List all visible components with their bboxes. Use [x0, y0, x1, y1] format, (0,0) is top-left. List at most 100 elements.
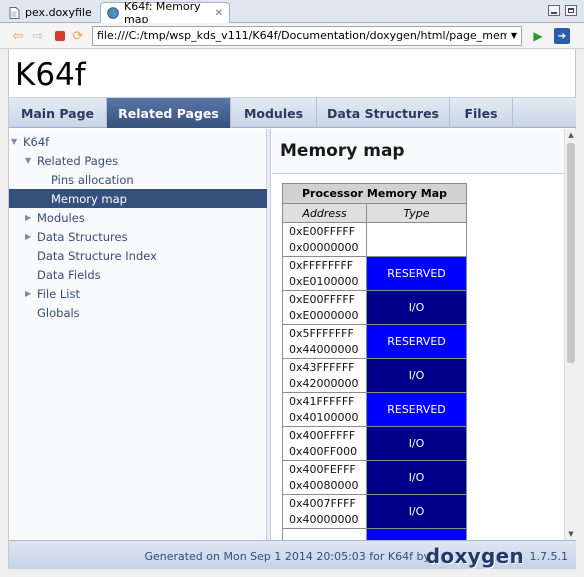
page-title: Memory map — [280, 141, 405, 161]
globe-icon — [107, 7, 119, 19]
tree-label: Memory map — [51, 191, 127, 206]
memory-type-cell: I/O — [366, 460, 467, 495]
tree-label: Pins allocation — [51, 172, 134, 187]
tree-item-modules[interactable]: ▶ Modules — [9, 208, 267, 227]
address-start: 0xE0000000 — [289, 308, 359, 322]
footer-generated-text: Generated on Mon Sep 1 2014 20:05:03 for… — [144, 550, 430, 563]
tab-modules[interactable]: Modules — [231, 98, 317, 128]
address-start: 0x400FF000 — [289, 444, 358, 458]
memory-type-cell — [366, 528, 467, 540]
memory-type-cell — [366, 222, 467, 257]
file-icon — [8, 6, 20, 19]
tree-item-related-pages[interactable]: ▼ Related Pages — [9, 151, 267, 170]
tree-item-k64f[interactable]: ▼ K64f — [9, 132, 267, 151]
memory-type-cell: I/O — [366, 426, 467, 461]
address-end: 0xFFFFFFFF — [289, 258, 354, 272]
tree-label: Data Fields — [37, 267, 101, 282]
expand-arrow-icon[interactable]: ▶ — [25, 232, 37, 241]
column-header-type: Type — [366, 203, 467, 223]
tree-label: Related Pages — [37, 153, 119, 168]
address-range-cell: 0x5FFFFFFF 0x44000000 — [282, 324, 367, 359]
tree-item-data-structure-index[interactable]: Data Structure Index — [9, 246, 267, 265]
table-row: 0x41FFFFFF 0x40100000 RESERVED — [282, 392, 467, 427]
tree-label: Data Structure Index — [37, 248, 157, 263]
pane-splitter[interactable] — [267, 129, 271, 540]
address-start: 0x42000000 — [289, 376, 359, 390]
tree-item-pins-allocation[interactable]: Pins allocation — [9, 170, 267, 189]
nav-tree: ▼ K64f ▼ Related Pages Pins allocation M… — [9, 129, 267, 540]
address-range-cell: 0x400FFFFF 0x400FF000 — [282, 426, 367, 461]
expand-arrow-icon[interactable]: ▼ — [25, 156, 37, 165]
tree-label: Modules — [37, 210, 85, 225]
tab-memory-map[interactable]: K64f: Memory map ✕ — [100, 0, 230, 26]
doxygen-page: K64f Main Page Related Pages Modules Dat… — [8, 49, 576, 569]
url-field[interactable]: file:///C:/tmp/wsp_kds_v111/K64f/Documen… — [92, 26, 522, 46]
address-range-cell: 0xE00FFFFF 0x00000000 — [282, 222, 367, 257]
address-start: 0x00000000 — [289, 240, 359, 254]
expand-arrow-icon[interactable]: ▼ — [11, 137, 23, 146]
tree-label: Globals — [37, 305, 80, 320]
memory-type-cell: RESERVED — [366, 324, 467, 359]
tree-item-data-fields[interactable]: Data Fields — [9, 265, 267, 284]
table-row: 0xFFFFFFFF 0xE0100000 RESERVED — [282, 256, 467, 291]
tab-files[interactable]: Files — [450, 98, 513, 128]
address-start: 0x44000000 — [289, 342, 359, 356]
tab-pex-doxyfile[interactable]: pex.doxyfile — [2, 2, 98, 23]
footer-version: 1.7.5.1 — [529, 550, 568, 563]
content-pane: Memory map Processor Memory Map Address … — [272, 129, 564, 540]
memory-type-cell: I/O — [366, 494, 467, 529]
address-end: 0x400FEFFF — [289, 462, 356, 476]
address-range-cell: 0x400FEFFF 0x40080000 — [282, 460, 367, 495]
tree-item-file-list[interactable]: ▶ File List — [9, 284, 267, 303]
address-range-cell: 0xE00FFFFF 0xE0000000 — [282, 290, 367, 325]
stop-icon[interactable] — [52, 28, 68, 44]
url-text: file:///C:/tmp/wsp_kds_v111/K64f/Documen… — [97, 29, 521, 42]
address-start: 0xE0100000 — [289, 274, 359, 288]
close-icon[interactable]: ✕ — [215, 8, 223, 19]
address-range-cell: 0x41FFFFFF 0x40100000 — [282, 392, 367, 427]
tree-item-data-structures[interactable]: ▶ Data Structures — [9, 227, 267, 246]
expand-arrow-icon[interactable]: ▶ — [25, 213, 37, 222]
table-row: 0xE00FFFFF 0xE0000000 I/O — [282, 290, 467, 325]
tab-related-pages[interactable]: Related Pages — [107, 98, 231, 128]
table-row: 0xE00FFFFF 0x00000000 — [282, 222, 467, 257]
table-row: 0x3FFFFFFF — [282, 528, 467, 540]
back-arrow-icon[interactable]: ⇦ — [10, 28, 26, 44]
scroll-down-icon[interactable]: ▼ — [565, 528, 577, 540]
memory-type-cell: I/O — [366, 290, 467, 325]
tree-item-memory-map[interactable]: Memory map — [9, 189, 267, 208]
memory-type-cell: RESERVED — [366, 392, 467, 427]
tab-data-structures[interactable]: Data Structures — [317, 98, 450, 128]
tree-label: File List — [37, 286, 81, 301]
address-range-cell: 0x3FFFFFFF — [282, 528, 367, 540]
chevron-down-icon[interactable]: ▼ — [507, 27, 521, 45]
tree-label: K64f — [23, 134, 50, 149]
address-end: 0xE00FFFFF — [289, 224, 356, 238]
browser-toolbar: ⇦ ⇨ ⟳ file:///C:/tmp/wsp_kds_v111/K64f/D… — [0, 23, 584, 49]
minimize-icon[interactable] — [548, 5, 560, 16]
address-end: 0x41FFFFFF — [289, 394, 355, 408]
tab-main-page[interactable]: Main Page — [9, 98, 107, 128]
doxygen-logo[interactable]: doxygen — [426, 544, 524, 568]
address-range-cell: 0xFFFFFFFF 0xE0100000 — [282, 256, 367, 291]
maximize-icon[interactable] — [565, 5, 577, 16]
tab-label: pex.doxyfile — [25, 6, 92, 19]
address-end: 0x400FFFFF — [289, 428, 356, 442]
go-icon[interactable]: ▶ — [530, 28, 546, 44]
refresh-icon[interactable]: ⟳ — [70, 28, 86, 44]
tree-label: Data Structures — [37, 229, 128, 244]
memory-type-cell: I/O — [366, 358, 467, 393]
page-footer: Generated on Mon Sep 1 2014 20:05:03 for… — [9, 540, 576, 569]
open-external-icon[interactable]: ➔ — [554, 28, 570, 44]
address-range-cell: 0x4007FFFF 0x40000000 — [282, 494, 367, 529]
address-start: 0x40000000 — [289, 512, 359, 526]
vertical-scrollbar[interactable]: ▲ ▼ — [564, 129, 576, 540]
tree-item-globals[interactable]: Globals — [9, 303, 267, 322]
scrollbar-thumb[interactable] — [567, 143, 575, 363]
expand-arrow-icon[interactable]: ▶ — [25, 289, 37, 298]
address-end: 0x4007FFFF — [289, 496, 356, 510]
forward-arrow-icon[interactable]: ⇨ — [30, 28, 46, 44]
address-end: 0xE00FFFFF — [289, 292, 356, 306]
table-row: 0x5FFFFFFF 0x44000000 RESERVED — [282, 324, 467, 359]
scroll-up-icon[interactable]: ▲ — [565, 129, 577, 141]
